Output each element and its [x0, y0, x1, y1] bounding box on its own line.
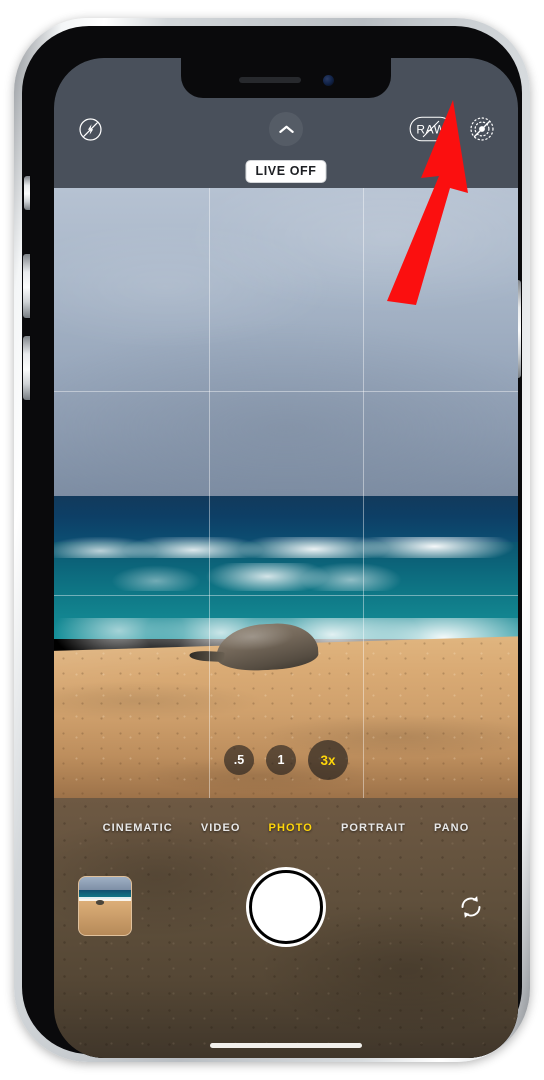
iphone-frame: .5 1 3x RAW LIVE OFF CINEMATIC VIDEO PHO…	[14, 18, 530, 1062]
ocean-far-region	[54, 496, 518, 542]
live-off-badge: LIVE OFF	[245, 160, 327, 183]
phone-notch	[181, 58, 391, 98]
wave-break-far	[54, 536, 518, 558]
shutter-button[interactable]	[249, 870, 323, 944]
mode-photo[interactable]: PHOTO	[269, 822, 313, 834]
mode-portrait[interactable]: PORTRAIT	[341, 822, 406, 834]
camera-flip-button[interactable]	[450, 886, 492, 928]
volume-up-button[interactable]	[23, 254, 30, 318]
expand-controls-button[interactable]	[269, 112, 303, 146]
wave-foam-mid	[54, 563, 518, 591]
bottom-control-bar: CINEMATIC VIDEO PHOTO PORTRAIT PANO	[54, 798, 518, 1058]
earpiece-speaker	[238, 77, 301, 83]
mode-video[interactable]: VIDEO	[201, 822, 241, 834]
flash-off-icon	[78, 117, 102, 141]
camera-mode-selector[interactable]: CINEMATIC VIDEO PHOTO PORTRAIT PANO	[54, 814, 518, 842]
photo-thumbnail-button[interactable]	[78, 876, 132, 936]
thumbnail-sand	[79, 900, 131, 935]
raw-off-button[interactable]: RAW	[408, 111, 454, 147]
camera-app: .5 1 3x RAW LIVE OFF CINEMATIC VIDEO PHO…	[54, 58, 518, 1058]
thumbnail-sky	[79, 877, 131, 890]
zoom-pill-3x[interactable]: 3x	[308, 740, 348, 780]
thumbnail-seal	[95, 900, 105, 905]
phone-screen: .5 1 3x RAW LIVE OFF CINEMATIC VIDEO PHO…	[54, 58, 518, 1058]
live-photo-off-icon	[470, 117, 494, 141]
raw-off-icon: RAW	[409, 116, 453, 142]
zoom-pill-1x[interactable]: 1	[266, 745, 296, 775]
sky-region	[54, 188, 518, 497]
chevron-up-icon	[278, 125, 294, 133]
flash-off-button[interactable]	[72, 111, 108, 147]
front-camera-icon	[322, 74, 334, 86]
volume-down-button[interactable]	[23, 336, 30, 400]
top-icon-row: RAW	[54, 108, 518, 150]
shutter-row	[54, 864, 518, 954]
svg-text:RAW: RAW	[416, 123, 445, 137]
zoom-control[interactable]: .5 1 3x	[224, 740, 348, 780]
home-indicator	[210, 1043, 362, 1048]
mode-cinematic[interactable]: CINEMATIC	[103, 822, 173, 834]
mode-pano[interactable]: PANO	[434, 822, 469, 834]
camera-flip-icon	[461, 896, 481, 918]
silent-switch[interactable]	[24, 176, 30, 210]
viewfinder-scene	[54, 188, 518, 798]
camera-viewfinder[interactable]: .5 1 3x	[54, 188, 518, 798]
live-photo-off-button[interactable]	[464, 111, 500, 147]
zoom-pill-0point5[interactable]: .5	[224, 745, 254, 775]
